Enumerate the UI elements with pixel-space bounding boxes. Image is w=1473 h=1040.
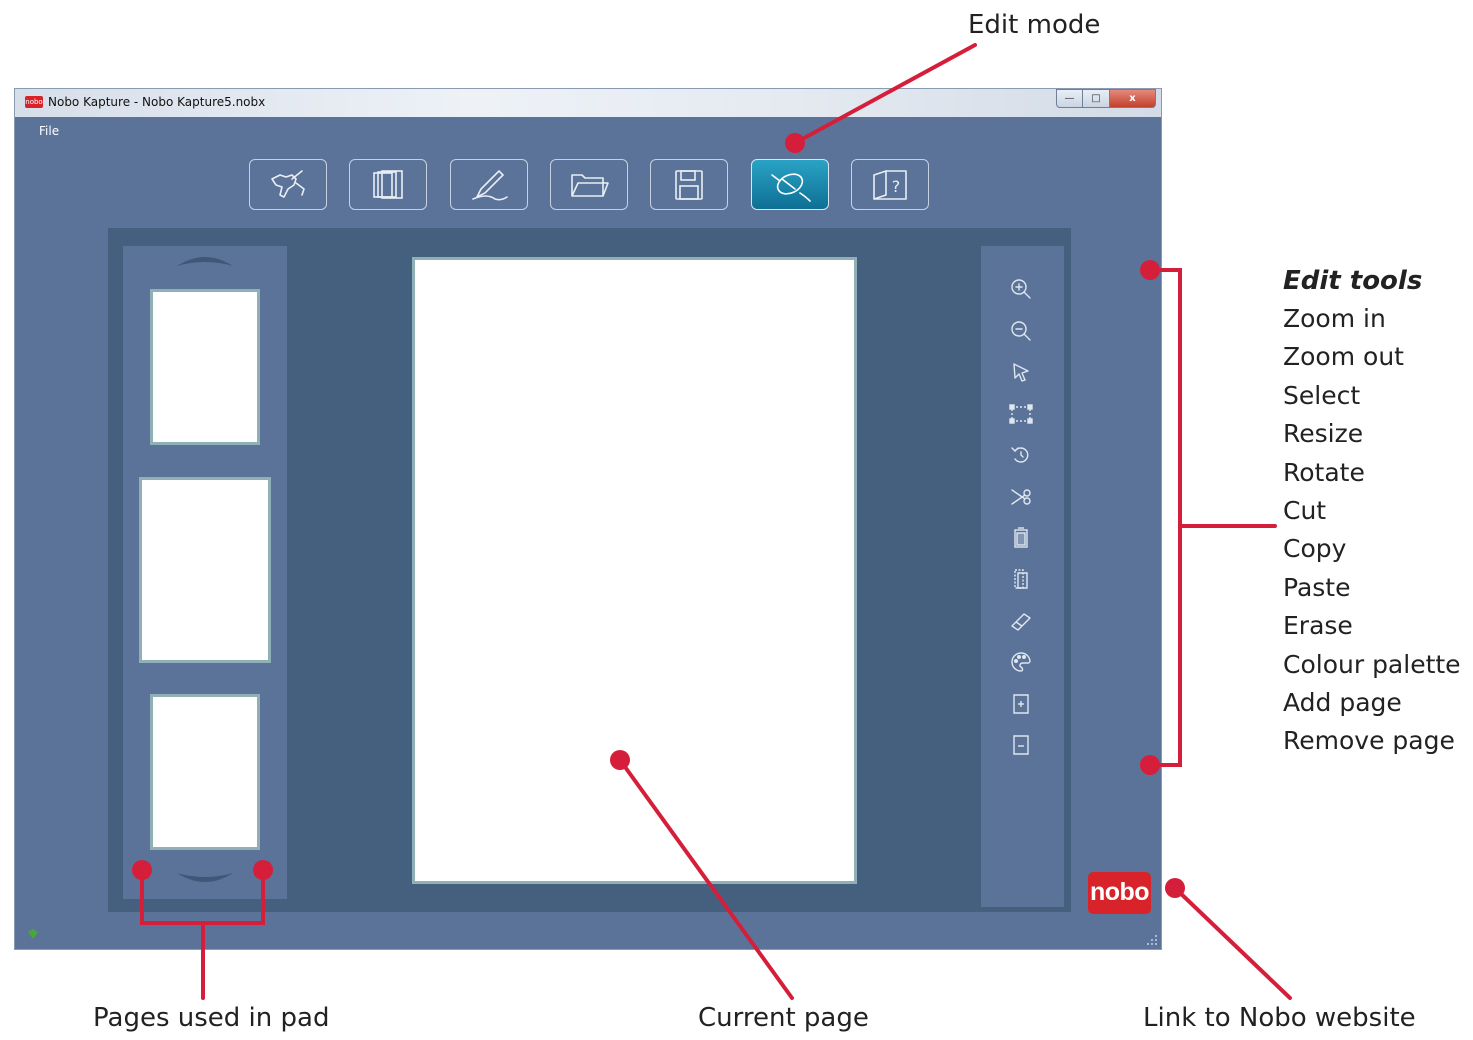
edit-tools-heading: Edit tools <box>1283 266 1423 296</box>
window-title: Nobo Kapture - Nobo Kapture5.nobx <box>48 95 266 109</box>
copy-button[interactable] <box>1008 525 1034 551</box>
legend-zoom-out: Zoom out <box>1283 342 1404 372</box>
floppy-disk-icon <box>675 169 703 200</box>
close-button[interactable]: x <box>1110 89 1156 108</box>
pen-button[interactable] <box>450 159 528 210</box>
annotation-pages-used: Pages used in pad <box>93 1003 330 1033</box>
save-button[interactable] <box>650 159 728 210</box>
select-button[interactable] <box>1008 359 1034 385</box>
window-controls: — □ x <box>1056 89 1156 109</box>
edit-tools-panel <box>981 246 1064 907</box>
legend-cut: Cut <box>1283 495 1327 525</box>
resize-grip-icon[interactable] <box>1146 934 1158 946</box>
legend-resize: Resize <box>1283 419 1364 449</box>
page-thumbnail-strip <box>123 246 287 899</box>
annotation-link-website: Link to Nobo website <box>1143 1003 1416 1033</box>
page-thumbnail[interactable] <box>150 289 260 445</box>
remove-page-icon <box>1013 735 1029 755</box>
legend-copy: Copy <box>1283 534 1347 564</box>
rotate-button[interactable] <box>1008 442 1034 468</box>
scroll-up-arrow-icon[interactable] <box>177 250 233 266</box>
rotate-icon <box>1011 447 1029 463</box>
status-shield-icon <box>28 929 38 939</box>
pointer-icon <box>1013 363 1029 382</box>
palette-icon <box>1011 652 1031 672</box>
scroll-down-arrow-icon[interactable] <box>177 873 233 889</box>
legend-erase: Erase <box>1283 611 1353 641</box>
add-page-icon <box>1013 694 1029 714</box>
maximize-button[interactable]: □ <box>1083 89 1110 108</box>
hand-pen-icon <box>271 169 305 198</box>
edit-tools-legend: Edit tools Zoom in Zoom out Select Resiz… <box>1283 262 1461 761</box>
zoom-in-button[interactable] <box>1008 276 1034 302</box>
zoom-out-button[interactable] <box>1008 318 1034 344</box>
scissors-icon <box>1011 489 1031 505</box>
erase-button[interactable] <box>1008 608 1034 634</box>
remove-page-button[interactable] <box>1008 732 1034 758</box>
resize-button[interactable] <box>1008 401 1034 427</box>
paste-button[interactable] <box>1008 566 1034 592</box>
pen-icon <box>472 169 508 200</box>
app-logo-icon: nobo <box>25 96 43 108</box>
annotation-edit-mode: Edit mode <box>968 10 1101 40</box>
help-book-icon: ? <box>873 169 907 200</box>
title-bar[interactable]: nobo Nobo Kapture - Nobo Kapture5.nobx —… <box>15 89 1161 117</box>
annotation-current-page: Current page <box>698 1003 869 1033</box>
minimize-button[interactable]: — <box>1056 89 1083 108</box>
menu-file[interactable]: File <box>39 124 59 138</box>
mouse-icon <box>771 172 811 202</box>
add-page-button[interactable] <box>1008 691 1034 717</box>
workspace <box>108 228 1071 912</box>
paste-icon <box>1014 569 1028 589</box>
eraser-icon <box>1011 613 1031 631</box>
resize-icon <box>1009 404 1033 424</box>
svg-text:?: ? <box>892 177 901 196</box>
app-window: nobo Nobo Kapture - Nobo Kapture5.nobx —… <box>14 88 1162 950</box>
edit-mode-button[interactable] <box>751 159 829 210</box>
pages-button[interactable] <box>349 159 427 210</box>
legend-zoom-in: Zoom in <box>1283 304 1386 333</box>
callout-dot-nobo <box>1165 878 1185 898</box>
colour-palette-button[interactable] <box>1008 649 1034 675</box>
legend-rotate: Rotate <box>1283 457 1365 487</box>
current-page-canvas[interactable] <box>412 257 857 884</box>
legend-add-page: Add page <box>1283 687 1402 717</box>
open-button[interactable] <box>550 159 628 210</box>
callout-line-nobo <box>1173 886 1292 1000</box>
zoom-out-icon <box>1011 321 1031 341</box>
page-thumbnail[interactable] <box>150 694 260 850</box>
pages-stack-icon <box>373 169 403 199</box>
legend-paste: Paste <box>1283 572 1351 602</box>
help-button[interactable]: ? <box>851 159 929 210</box>
cut-button[interactable] <box>1008 484 1034 510</box>
folder-icon <box>571 173 609 197</box>
copy-icon <box>1014 527 1028 548</box>
legend-remove-page: Remove page <box>1283 726 1455 756</box>
legend-select: Select <box>1283 380 1361 410</box>
page-thumbnail-selected[interactable] <box>139 477 271 663</box>
legend-colour-palette: Colour palette <box>1283 649 1461 679</box>
capture-button[interactable] <box>249 159 327 210</box>
nobo-website-link[interactable]: nobo <box>1088 872 1151 914</box>
zoom-in-icon <box>1011 279 1031 299</box>
